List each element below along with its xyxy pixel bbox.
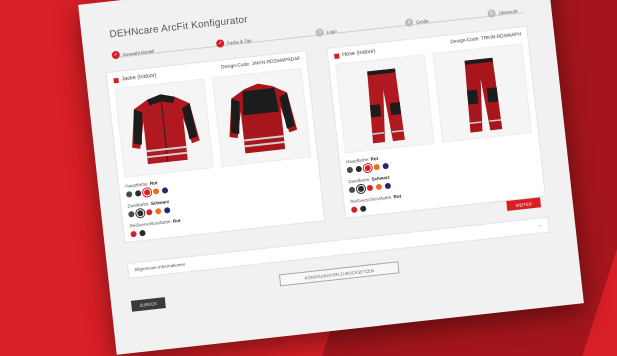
jacket-front-image[interactable]	[114, 78, 214, 178]
second-color-swatches	[348, 182, 392, 194]
jacket-front-icon	[132, 94, 200, 165]
main-color-label: Hauptfarbe: Rot	[345, 155, 379, 165]
trousers-front-image[interactable]	[335, 54, 435, 154]
jacket-back-icon	[229, 83, 298, 154]
step-number: 3	[315, 28, 325, 37]
swatch-red[interactable]	[350, 206, 358, 214]
swatch-black[interactable]	[359, 205, 367, 213]
main-color-swatches	[125, 187, 169, 198]
swatch-black[interactable]	[134, 190, 142, 197]
step-2[interactable]: ✓ Farbe & Typ	[215, 36, 252, 48]
swatch-orange[interactable]	[152, 188, 160, 195]
swatch-black[interactable]	[357, 185, 365, 193]
chevron-down-icon: ⌄	[538, 222, 543, 228]
card-title: Hose (Indoor)	[333, 48, 376, 59]
swatch-red[interactable]	[130, 230, 137, 238]
swatch-black[interactable]	[355, 165, 363, 173]
card-title: Jacke (Indoor)	[113, 73, 157, 84]
swatch-navy[interactable]	[384, 182, 392, 190]
piping-color-label: Reißverschlussfarbe: Rot	[129, 217, 181, 229]
swatch-orange[interactable]	[373, 163, 381, 171]
step-number: 5	[487, 9, 496, 18]
swatch-black[interactable]	[137, 209, 144, 217]
page-title: DEHNcare ArcFit Konfigurator	[109, 14, 249, 41]
configurator-window: DEHNcare ArcFit Konfigurator ✓ Auswahl M…	[78, 0, 584, 355]
swatch-red[interactable]	[364, 164, 372, 172]
step-label: Übersicht	[498, 8, 518, 16]
swatch-navy[interactable]	[382, 162, 389, 170]
step-label: Logo	[326, 28, 337, 35]
swatch-black[interactable]	[139, 229, 146, 237]
swatch-red[interactable]	[143, 189, 151, 196]
swatch-red[interactable]	[145, 208, 153, 216]
swatch-grey[interactable]	[128, 210, 135, 218]
step-label: Auswahl Modell	[122, 48, 155, 57]
swatch-red[interactable]	[366, 184, 374, 192]
swatch-grey[interactable]	[348, 186, 356, 194]
main-color-label: Hauptfarbe: Rot	[125, 180, 158, 189]
square-icon	[333, 53, 340, 59]
piping-color-swatches	[130, 229, 146, 238]
second-color-swatches	[128, 207, 171, 218]
step-label: Größe	[415, 17, 429, 25]
step-3[interactable]: 3 Logo	[315, 27, 337, 37]
general-info-label: Allgemeine Informationen	[134, 261, 186, 273]
swatch-orange[interactable]	[154, 207, 162, 215]
check-icon: ✓	[215, 39, 225, 48]
check-icon: ✓	[111, 50, 121, 60]
swatch-orange[interactable]	[375, 183, 383, 191]
swatch-navy[interactable]	[161, 187, 169, 194]
step-1[interactable]: ✓ Auswahl Modell	[111, 47, 154, 60]
step-label: Farbe & Typ	[226, 37, 252, 46]
step-number: 4	[404, 18, 414, 28]
trousers-card: Hose (Indoor) Design-Code: TRKIN-RDSWAPH	[326, 25, 546, 219]
swatch-grey[interactable]	[346, 166, 354, 174]
swatch-navy[interactable]	[163, 207, 171, 214]
trousers-front-icon	[367, 68, 405, 144]
card-title-text: Jacke (Indoor)	[121, 72, 157, 83]
trousers-back-image[interactable]	[432, 43, 532, 143]
piping-color-label: Reißverschlussfarbe: Rot	[350, 193, 402, 205]
next-button[interactable]: WEITER	[506, 197, 542, 211]
swatch-grey[interactable]	[125, 191, 133, 198]
jacket-card: Jacke (Indoor) Design-Code: JAKIN-RDSWAP…	[105, 50, 326, 244]
step-4[interactable]: 4 Größe	[404, 16, 430, 28]
card-title-text: Hose (Indoor)	[341, 48, 376, 59]
piping-color-swatches	[350, 205, 367, 214]
reset-configuration-button[interactable]: KONFIGURATION ZURÜCKSETZEN	[278, 261, 400, 287]
trousers-back-icon	[464, 57, 503, 133]
jacket-back-image[interactable]	[211, 67, 312, 168]
main-color-swatches	[346, 162, 389, 174]
back-button[interactable]: ZURÜCK	[130, 297, 166, 312]
step-5[interactable]: 5 Übersicht	[487, 7, 518, 18]
square-icon	[113, 77, 119, 83]
